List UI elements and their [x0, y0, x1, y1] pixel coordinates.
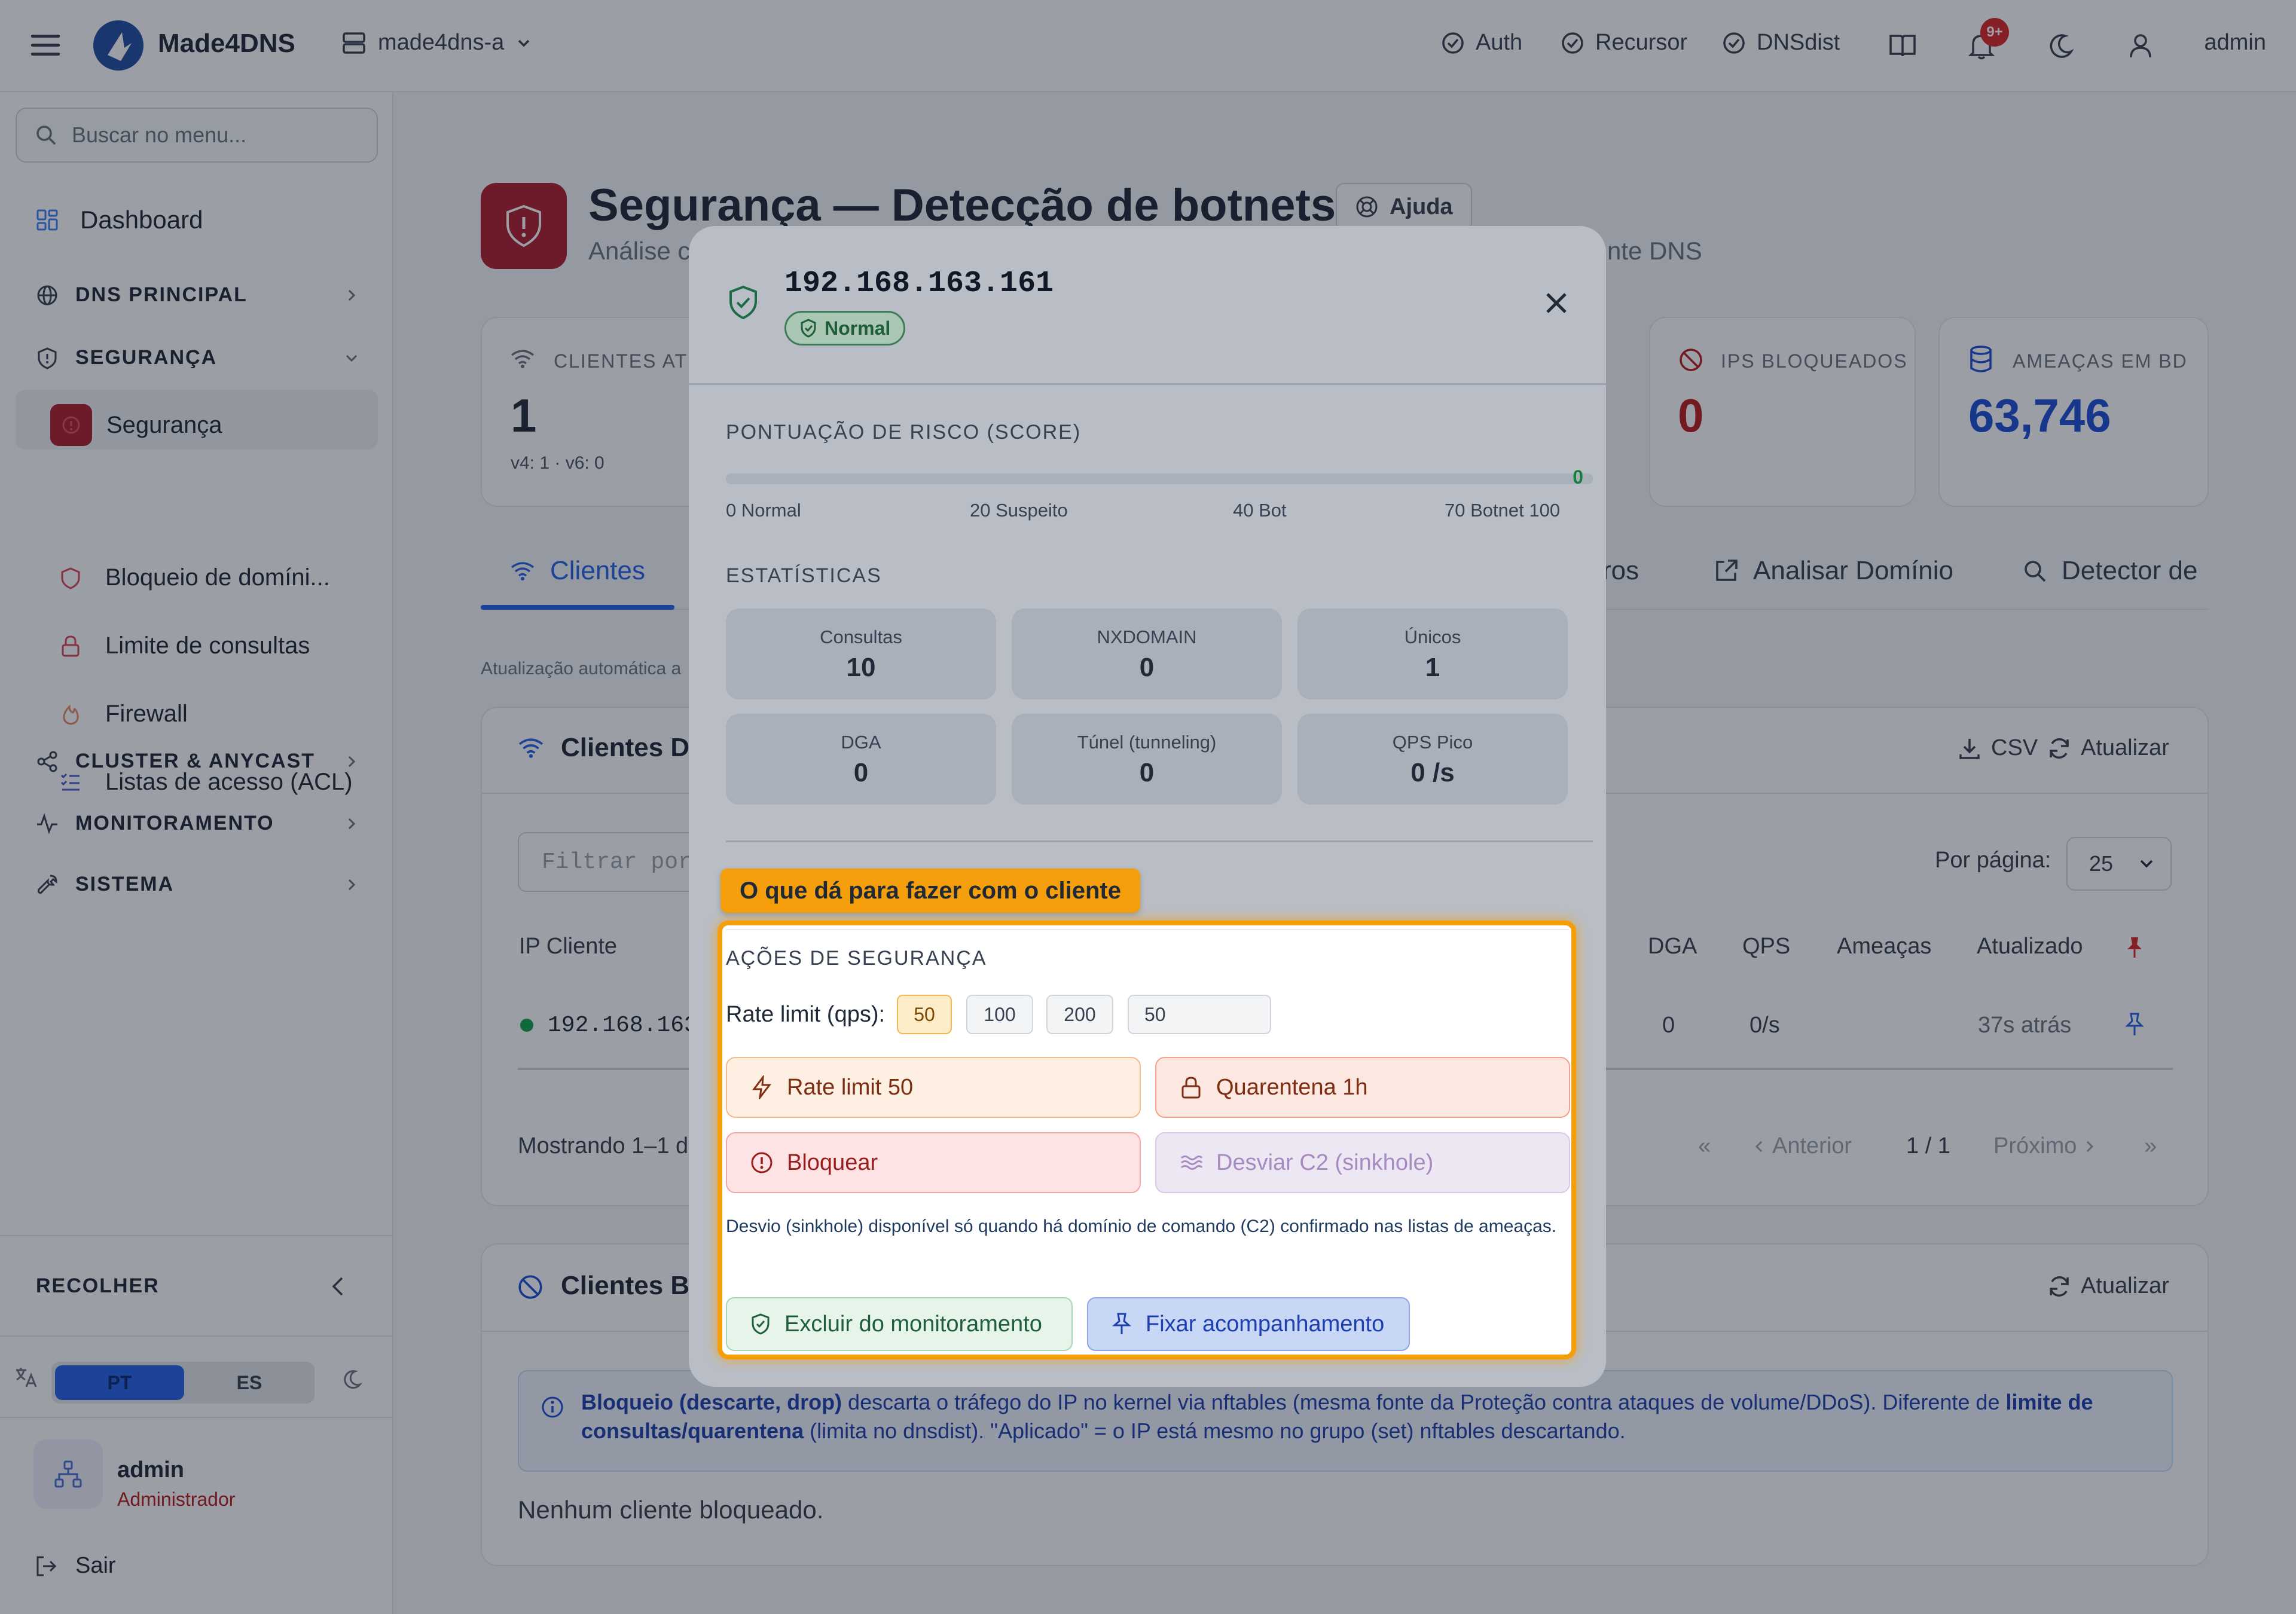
shield-check-icon	[752, 1313, 770, 1335]
stats-title: ESTATÍSTICAS	[726, 564, 882, 587]
stat-box-nxdomain: NXDOMAIN 0	[1012, 609, 1282, 699]
lock-icon	[1181, 1077, 1201, 1099]
scale-label-bot: 40 Bot	[1233, 500, 1287, 521]
risk-score-value: 0	[1573, 466, 1583, 488]
qps-custom-input[interactable]: 50	[1128, 995, 1271, 1034]
status-badge: Normal	[784, 311, 906, 346]
qps-option-100[interactable]: 100	[966, 995, 1033, 1034]
rate-limit-label: Rate limit (qps):	[726, 1002, 886, 1027]
exclude-monitoring-button[interactable]: Excluir do monitoramento	[726, 1297, 1073, 1351]
pin-follow-button[interactable]: Fixar acompanhamento	[1087, 1297, 1410, 1351]
scale-label-suspect: 20 Suspeito	[970, 500, 1068, 521]
qps-option-200[interactable]: 200	[1046, 995, 1113, 1034]
sinkhole-button[interactable]: Desviar C2 (sinkhole)	[1155, 1132, 1570, 1193]
zap-icon	[752, 1075, 772, 1099]
rate-limit-button[interactable]: Rate limit 50	[726, 1057, 1141, 1118]
stat-box-dga: DGA 0	[726, 714, 996, 805]
risk-score-bar	[726, 473, 1593, 484]
security-actions-title: AÇÕES DE SEGURANÇA	[726, 947, 987, 970]
sinkhole-note: Desvio (sinkhole) disponível só quando h…	[726, 1216, 1557, 1236]
stat-box-unique: Únicos 1	[1297, 609, 1568, 699]
scale-label-normal: 0 Normal	[726, 500, 801, 521]
stat-box-qps-peak: QPS Pico 0 /s	[1297, 714, 1568, 805]
modal-header	[689, 226, 1606, 385]
quarantine-button[interactable]: Quarentena 1h	[1155, 1057, 1570, 1118]
score-title: PONTUAÇÃO DE RISCO (SCORE)	[726, 421, 1082, 444]
block-button[interactable]: Bloquear	[726, 1132, 1141, 1193]
stat-box-tunneling: Túnel (tunneling) 0	[1012, 714, 1282, 805]
modal-client-ip: 192.168.163.161	[784, 267, 1054, 301]
shield-check-icon	[801, 319, 816, 338]
scale-label-botnet: 70 Botnet 100	[1445, 500, 1561, 521]
stat-box-queries: Consultas 10	[726, 609, 996, 699]
close-icon[interactable]	[1541, 288, 1571, 318]
highlight-label: O que dá para fazer com o cliente	[720, 869, 1140, 913]
qps-option-50[interactable]: 50	[897, 995, 952, 1034]
modal-divider	[726, 840, 1593, 842]
pin-icon	[1112, 1313, 1131, 1334]
alert-circle-icon	[751, 1152, 773, 1173]
actions-top-divider	[726, 929, 1569, 930]
shield-check-icon	[727, 285, 759, 320]
waves-icon	[1181, 1156, 1203, 1170]
